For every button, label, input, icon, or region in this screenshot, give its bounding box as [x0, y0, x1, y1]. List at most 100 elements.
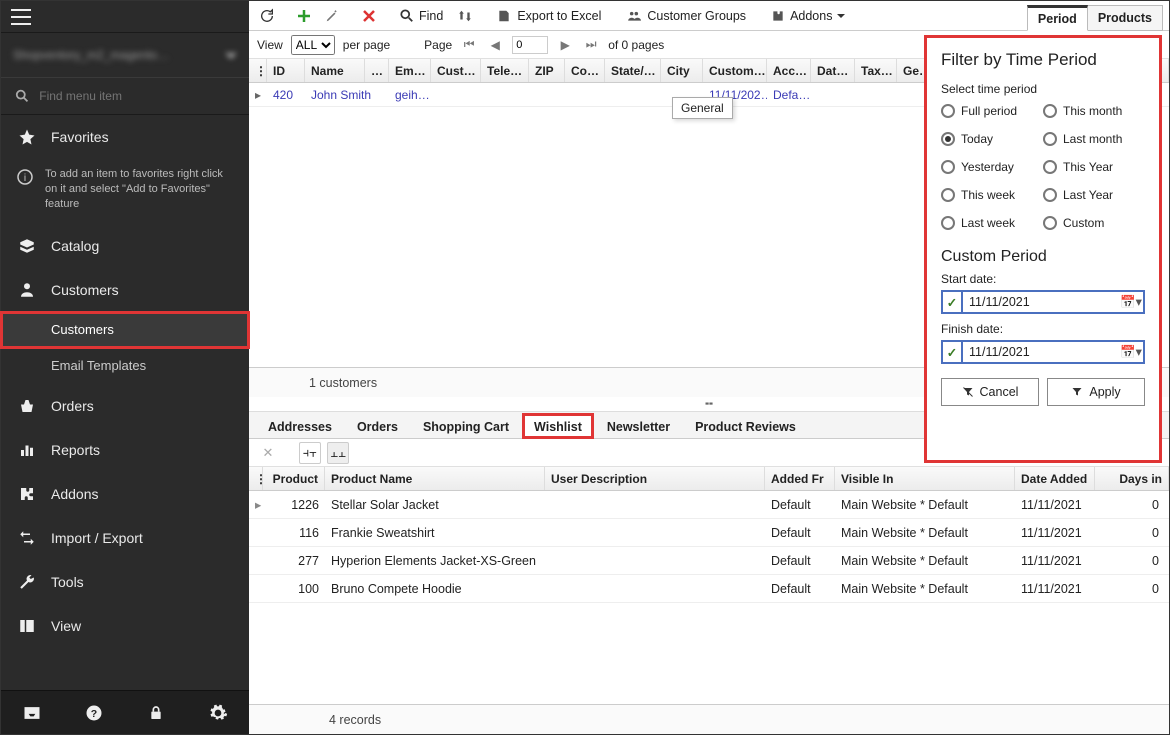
wcol-product[interactable]: Product [263, 467, 325, 490]
col-acc[interactable]: Acc… [767, 59, 811, 82]
nav-customers-sub[interactable]: Customers [1, 312, 249, 348]
col-state[interactable]: State/… [605, 59, 661, 82]
radio-last-year[interactable]: Last Year [1043, 188, 1145, 202]
nav-label: Tools [51, 574, 84, 590]
wcol-date[interactable]: Date Added [1015, 467, 1095, 490]
wishlist-row[interactable]: ▸1226Stellar Solar JacketDefaultMain Web… [249, 491, 1169, 519]
pager-last[interactable]: ⏭ [582, 36, 600, 54]
customer-groups-button[interactable]: Customer Groups [620, 4, 752, 28]
check-icon[interactable]: ✓ [943, 292, 963, 312]
col-name[interactable]: Name [305, 59, 365, 82]
favorites-hint: i To add an item to favorites right clic… [1, 159, 249, 224]
tab-addresses[interactable]: Addresses [257, 414, 343, 438]
radio-this-month[interactable]: This month [1043, 104, 1145, 118]
col-custom[interactable]: Custom… [703, 59, 767, 82]
pager-current-input[interactable] [512, 36, 548, 54]
lock-icon[interactable] [146, 703, 166, 723]
nav-label: Customers [51, 282, 119, 298]
edit-button[interactable] [320, 4, 344, 28]
start-date-field[interactable]: ✓ 11/11/2021 📅▾ [941, 290, 1145, 314]
radio-custom[interactable]: Custom [1043, 216, 1145, 230]
wcol-name[interactable]: Product Name [325, 467, 545, 490]
check-icon[interactable]: ✓ [943, 342, 963, 362]
radio-this-week[interactable]: This week [941, 188, 1043, 202]
layout-button-2[interactable]: ⫠⫠ [327, 442, 349, 464]
tab-newsletter[interactable]: Newsletter [596, 414, 681, 438]
row-selector-col[interactable]: ⋮ [249, 59, 267, 82]
pager-prev[interactable]: ◀ [486, 36, 504, 54]
nav-addons[interactable]: Addons [1, 472, 249, 516]
wishlist-row[interactable]: 100Bruno Compete HoodieDefaultMain Websi… [249, 575, 1169, 603]
addons-dropdown[interactable]: Addons [765, 4, 851, 28]
col-city[interactable]: City [661, 59, 703, 82]
panels-icon [17, 616, 37, 636]
calendar-icon[interactable]: 📅▾ [1119, 294, 1143, 310]
find-button[interactable]: Find [394, 4, 449, 28]
col-tele[interactable]: Tele… [481, 59, 529, 82]
wcol-days[interactable]: Days in [1095, 467, 1169, 490]
filter-panel: Filter by Time Period Select time period… [924, 35, 1162, 463]
store-selector[interactable]: Shopventory_m2_magento… [1, 33, 249, 77]
tab-products[interactable]: Products [1088, 5, 1163, 31]
export-excel-button[interactable]: Export to Excel [490, 4, 607, 28]
sort-button[interactable] [453, 4, 477, 28]
col-cust[interactable]: Cust… [431, 59, 481, 82]
radio-last-week[interactable]: Last week [941, 216, 1043, 230]
add-button[interactable] [292, 4, 316, 28]
chart-icon [17, 440, 37, 460]
nav-customers[interactable]: Customers [1, 268, 249, 312]
wishlist-row[interactable]: 277Hyperion Elements Jacket-XS-GreenDefa… [249, 547, 1169, 575]
delete-button[interactable] [357, 4, 381, 28]
nav-view[interactable]: View [1, 604, 249, 648]
radio-last-month[interactable]: Last month [1043, 132, 1145, 146]
wcol-addedfrom[interactable]: Added Fr [765, 467, 835, 490]
tab-period[interactable]: Period [1027, 5, 1088, 31]
col-zip[interactable]: ZIP [529, 59, 565, 82]
gear-icon[interactable] [208, 703, 228, 723]
col-tax[interactable]: Tax… [855, 59, 897, 82]
calendar-icon[interactable]: 📅▾ [1119, 344, 1143, 360]
nav-import-export[interactable]: Import / Export [1, 516, 249, 560]
hamburger-icon[interactable] [11, 9, 31, 25]
nav-label: Import / Export [51, 530, 143, 546]
col-dat[interactable]: Dat… [811, 59, 855, 82]
pager-next[interactable]: ▶ [556, 36, 574, 54]
menu-search[interactable] [1, 77, 249, 115]
pager-first[interactable]: ⏮ [460, 36, 478, 54]
menu-search-input[interactable] [39, 89, 235, 103]
tab-orders[interactable]: Orders [346, 414, 409, 438]
wcol-visible[interactable]: Visible In [835, 467, 1015, 490]
nav-favorites[interactable]: Favorites [1, 115, 249, 159]
inbox-icon[interactable] [22, 703, 42, 723]
finish-date-field[interactable]: ✓ 11/11/2021 📅▾ [941, 340, 1145, 364]
refresh-button[interactable] [255, 4, 279, 28]
radio-today[interactable]: Today [941, 132, 1043, 146]
radio-yesterday[interactable]: Yesterday [941, 160, 1043, 174]
help-icon[interactable]: ? [84, 703, 104, 723]
nav-catalog[interactable]: Catalog [1, 224, 249, 268]
apply-button[interactable]: Apply [1047, 378, 1145, 406]
custom-period-title: Custom Period [941, 248, 1145, 266]
cancel-button[interactable]: Cancel [941, 378, 1039, 406]
nav-orders[interactable]: Orders [1, 384, 249, 428]
wishlist-row[interactable]: 116Frankie SweatshirtDefaultMain Website… [249, 519, 1169, 547]
per-page-select[interactable]: ALL [291, 35, 335, 55]
puzzle-icon [17, 484, 37, 504]
col-dots[interactable]: … [365, 59, 389, 82]
close-panel-button[interactable]: ✕ [257, 442, 279, 464]
nav-reports[interactable]: Reports [1, 428, 249, 472]
nav-label: View [51, 618, 81, 634]
col-em[interactable]: Em… [389, 59, 431, 82]
wcol-desc[interactable]: User Description [545, 467, 765, 490]
radio-full-period[interactable]: Full period [941, 104, 1043, 118]
nav-label: Favorites [51, 129, 109, 145]
tab-product-reviews[interactable]: Product Reviews [684, 414, 807, 438]
nav-email-templates[interactable]: Email Templates [1, 348, 249, 384]
layout-button-1[interactable]: ⫞⫟ [299, 442, 321, 464]
col-co[interactable]: Co… [565, 59, 605, 82]
tab-wishlist[interactable]: Wishlist [523, 414, 593, 438]
tab-shopping-cart[interactable]: Shopping Cart [412, 414, 520, 438]
col-id[interactable]: ID [267, 59, 305, 82]
radio-this-year[interactable]: This Year [1043, 160, 1145, 174]
nav-tools[interactable]: Tools [1, 560, 249, 604]
